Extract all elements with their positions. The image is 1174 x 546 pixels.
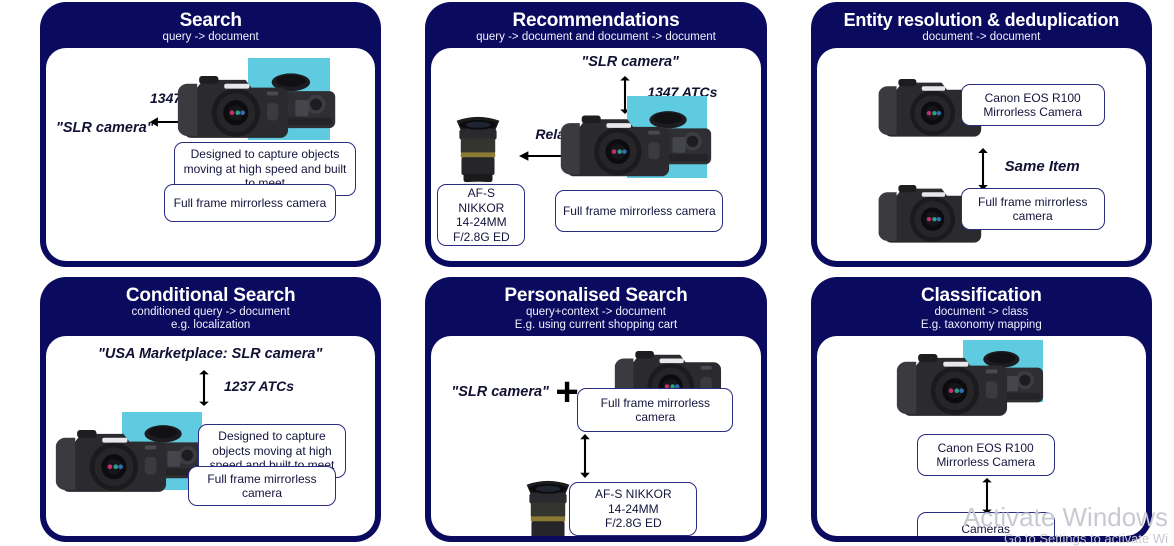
conditional-vertical-arrow-icon [196,370,212,406]
conditional-atc-label: 1237 ATCs [224,378,295,394]
conditional-query-text: "USA Marketplace: SLR camera" [98,346,323,362]
panel-recommendations-subtitle: query -> document and document -> docume… [476,31,716,43]
entity-document-2: Full frame mirrorless camera [960,188,1105,230]
panel-entity-resolution-subtitle: document -> document [922,31,1041,43]
personalised-document-1: Full frame mirrorless camera [577,388,734,432]
entity-same-item-label: Same Item [1004,158,1080,175]
search-query-text: "SLR camera" [56,120,154,136]
conditional-document-2: Full frame mirrorless camera [188,466,336,506]
personalised-query-text: "SLR camera" [451,384,549,400]
classification-camera-front-image [893,340,1009,426]
panel-classification-body: Canon EOS R100 Mirrorless Camera Cameras [816,336,1146,536]
recommendations-lens-image [447,108,509,194]
panel-personalised-search-title: Personalised Search [504,285,688,306]
panel-conditional-search-body: "USA Marketplace: SLR camera" 1237 ATCs … [46,336,376,536]
panel-conditional-search-subtitle-2: e.g. localization [171,319,251,331]
panel-personalised-search-header: Personalised Search query+context -> doc… [431,282,760,336]
panel-personalised-search: Personalised Search query+context -> doc… [425,277,767,542]
recommendations-lens-document: AF-S NIKKOR 14-24MM F/2.8G ED [437,184,526,246]
panel-recommendations-body: "SLR camera" 1347 ATCs AF-S NIKKOR 14-24… [431,48,761,261]
panel-grid: Search query -> document "SLR camera" 13… [0,0,1174,544]
entity-document-1: Canon EOS R100 Mirrorless Camera [960,84,1105,126]
classification-document-2: Cameras [916,512,1055,536]
personalised-vertical-arrow-icon [577,434,593,478]
panel-classification-subtitle-1: document -> class [934,306,1029,318]
panel-conditional-search-subtitle-1: conditioned query -> document [131,306,290,318]
panel-entity-resolution-body: Canon EOS R100 Mirrorless Camera Same It… [816,48,1146,261]
panel-classification: Classification document -> class E.g. ta… [810,277,1152,542]
panel-conditional-search-header: Conditional Search conditioned query -> … [46,282,375,336]
panel-classification-header: Classification document -> class E.g. ta… [817,282,1146,336]
personalised-lens-document: AF-S NIKKOR 14-24MM F/2.8G ED [569,482,698,536]
panel-classification-subtitle-2: E.g. taxonomy mapping [920,319,1042,331]
panel-search-title: Search [179,10,242,31]
panel-personalised-search-body: "SLR camera" + Full frame mirrorless cam… [431,336,761,536]
search-document-2: Full frame mirrorless camera [164,184,336,222]
panel-recommendations-title: Recommendations [512,10,680,31]
panel-recommendations-header: Recommendations query -> document and do… [431,7,760,48]
panel-recommendations: Recommendations query -> document and do… [425,2,767,267]
panel-conditional-search: Conditional Search conditioned query -> … [40,277,382,542]
personalised-plus-icon: + [555,370,579,414]
classification-vertical-arrow-icon [979,478,995,514]
panel-entity-resolution-header: Entity resolution & deduplication docume… [817,7,1146,48]
panel-conditional-search-title: Conditional Search [125,285,296,306]
panel-search: Search query -> document "SLR camera" 13… [40,2,382,267]
recommendations-camera-front-image [557,102,671,186]
panel-search-header: Search query -> document [46,7,375,48]
panel-search-body: "SLR camera" 1347 ATCs Designed to captu… [46,48,376,261]
classification-document-1: Canon EOS R100 Mirrorless Camera [916,434,1055,476]
panel-search-subtitle: query -> document [162,31,259,43]
panel-entity-resolution-title: Entity resolution & deduplication [843,10,1120,30]
conditional-camera-front-image [52,416,168,502]
panel-classification-title: Classification [920,285,1042,306]
recommendations-query-text: "SLR camera" [581,54,679,70]
panel-entity-resolution: Entity resolution & deduplication docume… [810,2,1152,267]
panel-personalised-search-subtitle-2: E.g. using current shopping cart [514,319,678,331]
search-camera-front-image [174,62,290,148]
panel-personalised-search-subtitle-1: query+context -> document [525,306,666,318]
recommendations-document-2: Full frame mirrorless camera [555,190,724,232]
